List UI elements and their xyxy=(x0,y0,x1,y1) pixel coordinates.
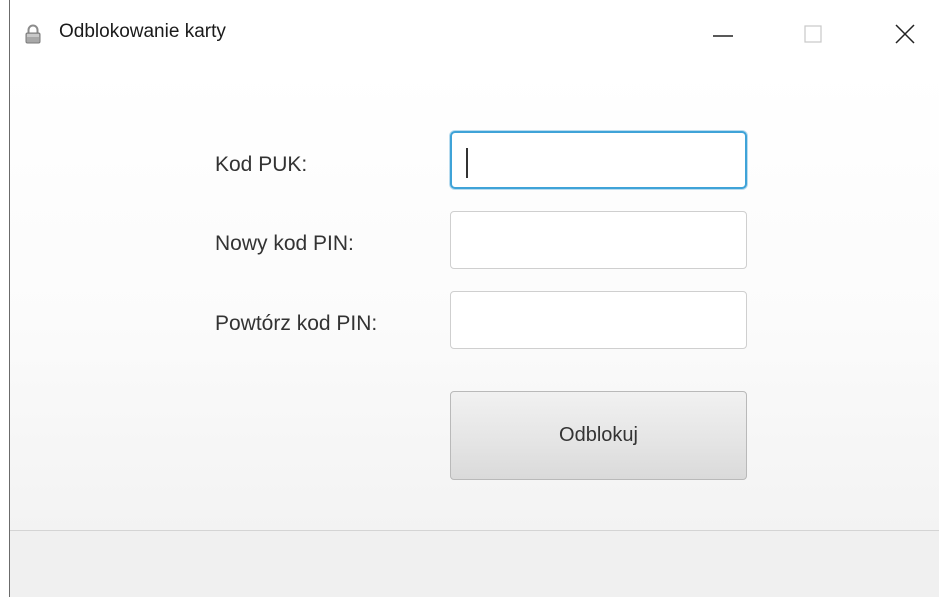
maximize-button[interactable] xyxy=(790,13,836,55)
repeat-pin-input[interactable] xyxy=(450,291,747,349)
text-cursor xyxy=(466,148,468,178)
new-pin-input[interactable] xyxy=(450,211,747,269)
puk-label: Kod PUK: xyxy=(215,153,308,176)
window-title: Odblokowanie karty xyxy=(59,21,226,42)
close-icon xyxy=(895,24,915,44)
puk-input[interactable] xyxy=(450,131,747,189)
unlock-button[interactable]: Odblokuj xyxy=(450,391,747,480)
status-bar xyxy=(10,531,939,597)
padlock-icon xyxy=(24,24,42,44)
new-pin-label: Nowy kod PIN: xyxy=(215,232,354,255)
maximize-icon xyxy=(803,24,823,44)
minimize-button[interactable] xyxy=(700,13,746,55)
unlock-card-window: Odblokowanie karty Kod PUK: Nowy kod PIN… xyxy=(9,0,939,597)
title-bar[interactable]: Odblokowanie karty xyxy=(10,0,939,68)
unlock-form: Kod PUK: Nowy kod PIN: Powtórz kod PIN: … xyxy=(10,68,939,530)
minimize-icon xyxy=(713,24,733,44)
close-button[interactable] xyxy=(882,13,928,55)
repeat-pin-label: Powtórz kod PIN: xyxy=(215,312,378,335)
